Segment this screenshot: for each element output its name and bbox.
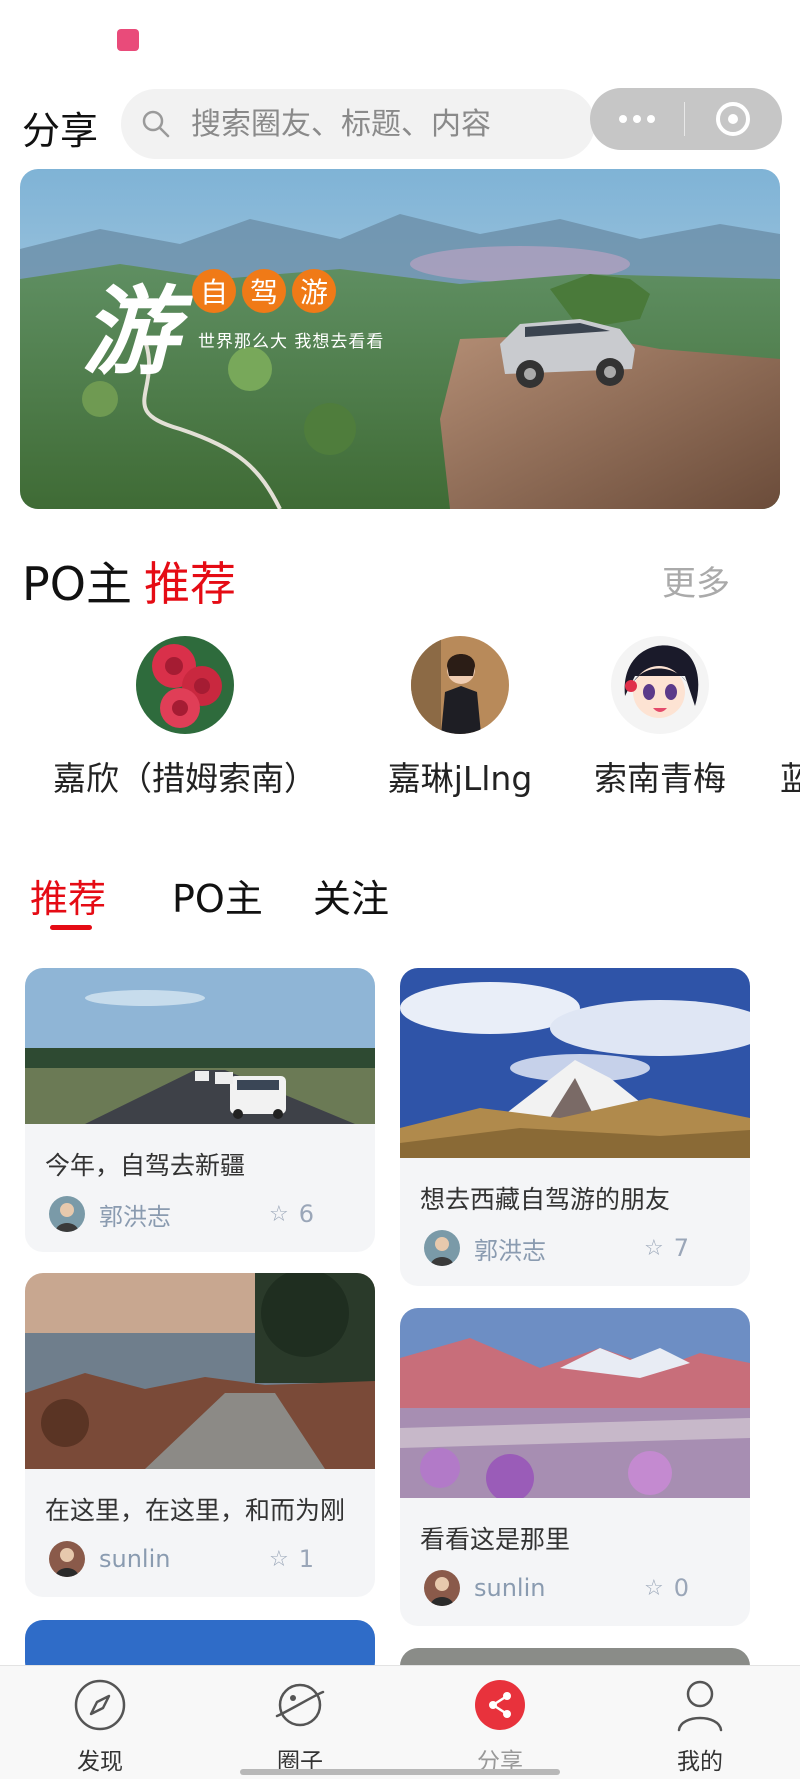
post-title: 看看这是那里 — [420, 1525, 571, 1554]
miniprogram-capsule — [590, 88, 782, 150]
tab-po[interactable]: PO主 — [172, 868, 263, 923]
post-image — [400, 968, 750, 1158]
banner-chip: 驾 — [242, 269, 286, 313]
tab-follow[interactable]: 关注 — [313, 868, 389, 923]
author-avatar — [49, 1196, 85, 1232]
author-name: 郭洪志 — [99, 1202, 171, 1231]
like-count: 0 — [673, 1574, 690, 1602]
post-card[interactable]: 看看这是那里 sunlin ☆ 0 — [400, 1308, 750, 1626]
nav-label: 我的 — [677, 1749, 723, 1775]
creator-name: 嘉欣（措姆索南） — [53, 759, 317, 798]
creator-item[interactable]: 蓝 — [780, 636, 800, 800]
avatar — [136, 636, 234, 734]
bottom-nav: 发现 圈子 分享 我的 — [0, 1665, 800, 1779]
banner-chip: 游 — [292, 269, 336, 313]
nav-circles[interactable]: 圈子 — [250, 1678, 350, 1776]
more-options-button[interactable] — [590, 88, 684, 150]
creator-name: 索南青梅 — [594, 759, 726, 798]
page-title: 分享 — [22, 109, 99, 153]
banner-brush-text: 游 — [82, 275, 178, 388]
author-name: sunlin — [474, 1574, 546, 1602]
planet-icon — [275, 1683, 325, 1727]
more-link[interactable]: 更多 — [662, 556, 730, 605]
target-icon — [716, 102, 750, 136]
star-icon[interactable]: ☆ — [644, 1236, 664, 1261]
like-count: 7 — [673, 1234, 690, 1262]
nav-share[interactable]: 分享 — [450, 1678, 550, 1776]
post-title: 想去西藏自驾游的朋友 — [420, 1185, 671, 1214]
po-title-black: PO主 — [22, 557, 132, 611]
creator-item[interactable]: 嘉欣（措姆索南） — [50, 636, 320, 800]
app-badge-icon — [117, 29, 139, 51]
post-card[interactable]: 想去西藏自驾游的朋友 郭洪志 ☆ 7 — [400, 968, 750, 1286]
post-image — [25, 1273, 375, 1469]
creator-name: 蓝 — [780, 759, 800, 798]
tab-recommend[interactable]: 推荐 — [30, 868, 106, 923]
user-icon — [677, 1680, 723, 1732]
post-title: 今年，自驾去新疆 — [45, 1151, 246, 1180]
author-name: sunlin — [99, 1545, 171, 1573]
nav-discover[interactable]: 发现 — [50, 1678, 150, 1776]
nav-label: 发现 — [77, 1749, 123, 1775]
search-bar[interactable] — [121, 89, 595, 159]
post-card[interactable]: 在这里，在这里，和而为刚 sunlin ☆ 1 — [25, 1273, 375, 1597]
author-avatar — [49, 1541, 85, 1577]
author-name: 郭洪志 — [474, 1236, 546, 1265]
post-title: 在这里，在这里，和而为刚 — [45, 1496, 346, 1525]
search-icon — [142, 110, 170, 138]
po-section-title: PO主 推荐 — [22, 548, 236, 614]
active-tab-indicator — [50, 925, 92, 930]
home-indicator — [240, 1769, 560, 1775]
author-avatar — [424, 1230, 460, 1266]
star-icon[interactable]: ☆ — [644, 1576, 664, 1601]
creator-name: 嘉琳jLlng — [387, 759, 533, 798]
creator-item[interactable]: 嘉琳jLlng — [380, 636, 540, 800]
post-image — [400, 1308, 750, 1502]
star-icon[interactable]: ☆ — [269, 1547, 289, 1572]
nav-mine[interactable]: 我的 — [650, 1678, 750, 1776]
like-count: 6 — [298, 1200, 315, 1228]
po-title-red: 推荐 — [143, 557, 236, 611]
promo-banner[interactable]: 游 自 驾 游 世界那么大 我想去看看 — [20, 169, 780, 509]
post-image — [25, 968, 375, 1124]
banner-chip: 自 — [192, 269, 236, 313]
share-icon — [475, 1680, 525, 1730]
post-card[interactable]: 今年，自驾去新疆 郭洪志 ☆ 6 — [25, 968, 375, 1252]
banner-slogan: 世界那么大 我想去看看 — [198, 332, 385, 352]
star-icon[interactable]: ☆ — [269, 1202, 289, 1227]
compass-icon — [74, 1679, 126, 1731]
avatar — [411, 636, 509, 734]
close-miniprogram-button[interactable] — [685, 88, 781, 150]
creator-item[interactable]: 索南青梅 — [580, 636, 740, 800]
avatar — [611, 636, 709, 734]
banner-chips: 自 驾 游 — [192, 269, 336, 313]
search-input[interactable] — [189, 105, 573, 143]
author-avatar — [424, 1570, 460, 1606]
like-count: 1 — [298, 1545, 315, 1573]
